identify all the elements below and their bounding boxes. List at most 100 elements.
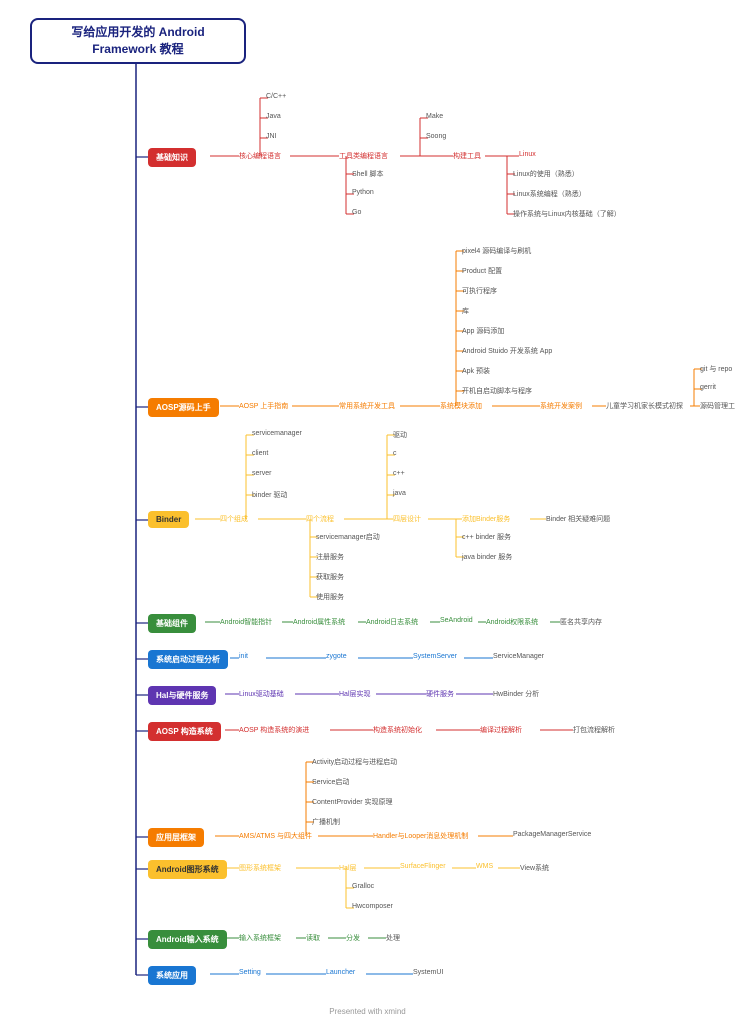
node: pixel4 源码编译与刷机 xyxy=(462,246,531,256)
node: Linux驱动基础 xyxy=(239,689,284,699)
node: Linux xyxy=(519,151,536,158)
node: 源码管理工具 xyxy=(700,401,735,411)
node: client xyxy=(252,450,268,457)
node: 使用服务 xyxy=(316,592,344,602)
node: Soong xyxy=(426,133,446,140)
node: zygote xyxy=(326,653,347,660)
node: SystemServer xyxy=(413,653,457,660)
node: 驱动 xyxy=(393,430,407,440)
node: Hal层 xyxy=(339,863,357,873)
branch-b3: Binder xyxy=(148,511,189,528)
node: HwBinder 分析 xyxy=(493,689,539,699)
branch-b11: 系统应用 xyxy=(148,966,196,985)
node: 可执行程序 xyxy=(462,286,497,296)
node: 打包流程解析 xyxy=(573,725,615,735)
node: 编译过程解析 xyxy=(480,725,522,735)
node: Linux系统编程（熟悉） xyxy=(513,189,586,199)
node: SeAndroid xyxy=(440,617,473,624)
node: 读取 xyxy=(306,933,320,943)
node: init xyxy=(239,653,248,660)
node: 库 xyxy=(462,306,469,316)
node: 匿名共享内存 xyxy=(560,617,602,627)
node: Python xyxy=(352,189,374,196)
node: gerrit xyxy=(700,384,716,391)
branch-b2: AOSP源码上手 xyxy=(148,398,219,417)
node: binder 驱动 xyxy=(252,490,287,500)
node: Android日志系统 xyxy=(366,617,418,627)
node: AOSP 上手指南 xyxy=(239,401,288,411)
branch-b7: AOSP 构造系统 xyxy=(148,722,221,741)
node: Apk 预装 xyxy=(462,366,490,376)
node: 四个流程 xyxy=(306,514,334,524)
node: Linux的使用（熟悉） xyxy=(513,169,579,179)
node: git 与 repo xyxy=(700,364,732,374)
branch-b8: 应用层框架 xyxy=(148,828,204,847)
node: AMS/ATMS 与四大组件 xyxy=(239,831,312,841)
node: App 源码添加 xyxy=(462,326,504,336)
branch-b1: 基础知识 xyxy=(148,148,196,167)
node: java binder 服务 xyxy=(462,552,512,562)
node: c++ xyxy=(393,470,405,477)
branch-b10: Android输入系统 xyxy=(148,930,227,949)
node: ServiceManager xyxy=(493,653,544,660)
node: 系统模块添加 xyxy=(440,401,482,411)
node: 获取服务 xyxy=(316,572,344,582)
node: 构造系统初始化 xyxy=(373,725,422,735)
node: Android智能指针 xyxy=(220,617,272,627)
node: WMS xyxy=(476,863,493,870)
branch-b4: 基础组件 xyxy=(148,614,196,633)
node: AOSP 构造系统的演进 xyxy=(239,725,309,735)
node: Binder 相关疑难问题 xyxy=(546,514,610,524)
node: servicemanager xyxy=(252,430,302,437)
node: 注册服务 xyxy=(316,552,344,562)
branch-b5: 系统启动过程分析 xyxy=(148,650,228,669)
node: Handler与Looper消息处理机制 xyxy=(373,831,468,841)
node: java xyxy=(393,490,406,497)
node: View系统 xyxy=(520,863,549,873)
node: Android Stuido 开发系统 App xyxy=(462,346,552,356)
node: SurfaceFlinger xyxy=(400,863,446,870)
node: 硬件服务 xyxy=(426,689,454,699)
node: 系统开发案例 xyxy=(540,401,582,411)
node: C/C++ xyxy=(266,93,286,100)
node: 儿童学习机家长模式初探 xyxy=(606,401,683,411)
node: Product 配置 xyxy=(462,266,502,276)
node: Hwcomposer xyxy=(352,903,393,910)
node: 处理 xyxy=(386,933,400,943)
node: Activity启动过程与进程启动 xyxy=(312,757,397,767)
node: Service启动 xyxy=(312,777,349,787)
node: ContentProvider 实现原理 xyxy=(312,797,393,807)
node: Gralloc xyxy=(352,883,374,890)
node: 广播机制 xyxy=(312,817,340,827)
node: 四层设计 xyxy=(393,514,421,524)
node: Launcher xyxy=(326,969,355,976)
root-node: 写给应用开发的 AndroidFramework 教程 xyxy=(30,18,246,64)
node: Shell 脚本 xyxy=(352,169,384,179)
node: SystemUI xyxy=(413,969,443,976)
node: Java xyxy=(266,113,281,120)
node: c xyxy=(393,450,397,457)
node: 核心编程语言 xyxy=(239,151,281,161)
branch-b9: Android图形系统 xyxy=(148,860,227,879)
node: 操作系统与Linux内核基础（了解） xyxy=(513,209,621,219)
node: Go xyxy=(352,209,361,216)
branch-b6: Hal与硬件服务 xyxy=(148,686,216,705)
node: server xyxy=(252,470,271,477)
node: Android权限系统 xyxy=(486,617,538,627)
node: 构建工具 xyxy=(453,151,481,161)
node: 分发 xyxy=(346,933,360,943)
node: JNI xyxy=(266,133,277,140)
node: 常用系统开发工具 xyxy=(339,401,395,411)
footer: Presented with xmind xyxy=(0,1007,735,1016)
node: Hal层实现 xyxy=(339,689,371,699)
node: 工具类编程语言 xyxy=(339,151,388,161)
node: Make xyxy=(426,113,443,120)
node: c++ binder 服务 xyxy=(462,532,511,542)
node: 四个组成 xyxy=(220,514,248,524)
node: 开机自启动脚本与程序 xyxy=(462,386,532,396)
node: Setting xyxy=(239,969,261,976)
node: Android属性系统 xyxy=(293,617,345,627)
node: PackageManagerService xyxy=(513,831,591,838)
node: servicemanager启动 xyxy=(316,532,380,542)
node: 图形系统框架 xyxy=(239,863,281,873)
